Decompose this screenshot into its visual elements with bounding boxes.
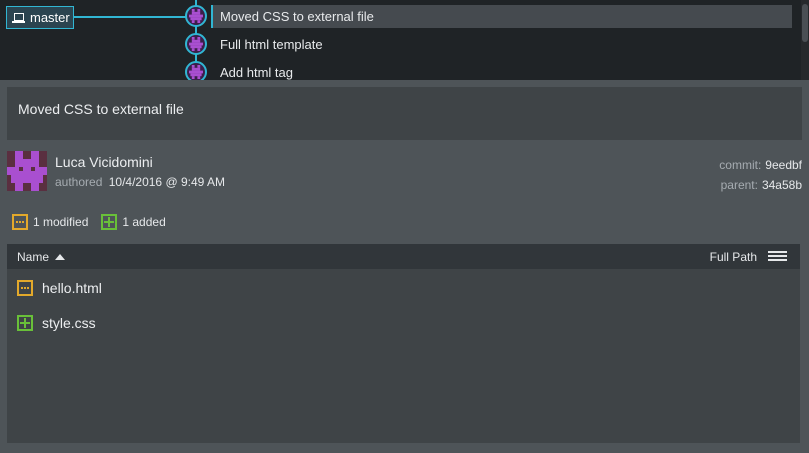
commit-row[interactable]: Full html template	[211, 33, 323, 56]
full-path-toggle[interactable]: Full Path	[710, 250, 787, 264]
name-column-header: Name	[17, 249, 50, 264]
sort-by-name[interactable]: Name	[17, 249, 66, 264]
modified-file-icon	[12, 214, 28, 230]
commit-detail-panel: Moved CSS to external file Luca Vicidomi…	[0, 80, 809, 453]
commit-sha[interactable]: 9eedbf	[765, 158, 802, 172]
branch-connector	[74, 16, 186, 18]
parent-sha[interactable]: 34a58b	[762, 178, 802, 192]
parent-label: parent:	[720, 178, 758, 192]
author-name: Luca Vicidomini	[55, 154, 153, 170]
changed-files-list: Name Full Path hello.html style.css	[7, 244, 800, 443]
list-view-icon	[768, 251, 787, 262]
branch-name: master	[30, 10, 70, 25]
change-summary: 1 modified 1 added	[12, 214, 166, 230]
commit-node-avatar[interactable]	[185, 33, 207, 55]
added-count[interactable]: 1 added	[101, 214, 166, 230]
avatar-icon	[189, 65, 203, 79]
laptop-icon	[12, 12, 25, 24]
commit-label: commit:	[719, 158, 762, 172]
modified-count[interactable]: 1 modified	[12, 214, 88, 230]
added-count-label: 1 added	[122, 215, 166, 229]
full-path-label: Full Path	[709, 249, 757, 264]
authored-date: 10/4/2016 @ 9:49 AM	[108, 175, 225, 189]
file-name: hello.html	[42, 279, 102, 296]
file-row[interactable]: hello.html	[7, 270, 800, 305]
author-avatar	[7, 151, 47, 191]
commit-message: Moved CSS to external file	[7, 87, 802, 140]
branch-label-master[interactable]: master	[6, 6, 74, 29]
file-row[interactable]: style.css	[7, 305, 800, 340]
commit-node-avatar[interactable]	[185, 61, 207, 80]
file-list-header: Name Full Path	[7, 244, 800, 269]
sha-block: commit: 9eedbf parent: 34a58b	[719, 155, 802, 195]
authored-label: authored	[55, 175, 103, 189]
commit-row[interactable]: Add html tag	[211, 61, 293, 80]
sort-ascending-icon	[55, 253, 66, 260]
authored-line: authored 10/4/2016 @ 9:49 AM	[55, 175, 225, 189]
added-file-icon	[17, 314, 33, 331]
modified-file-icon	[17, 279, 33, 296]
commit-graph: master Moved CSS to external file Full h…	[0, 0, 809, 80]
parent-sha-line: parent: 34a58b	[719, 175, 802, 195]
commit-node-avatar[interactable]	[185, 5, 207, 27]
modified-count-label: 1 modified	[33, 215, 89, 229]
added-file-icon	[101, 214, 118, 230]
avatar-icon	[189, 9, 203, 23]
file-name: style.css	[42, 314, 96, 331]
commit-row-selected[interactable]: Moved CSS to external file	[211, 5, 792, 28]
graph-scrollbar[interactable]	[801, 0, 809, 80]
scrollbar-thumb[interactable]	[802, 4, 808, 42]
avatar-icon	[189, 37, 203, 51]
commit-sha-line: commit: 9eedbf	[719, 155, 802, 175]
